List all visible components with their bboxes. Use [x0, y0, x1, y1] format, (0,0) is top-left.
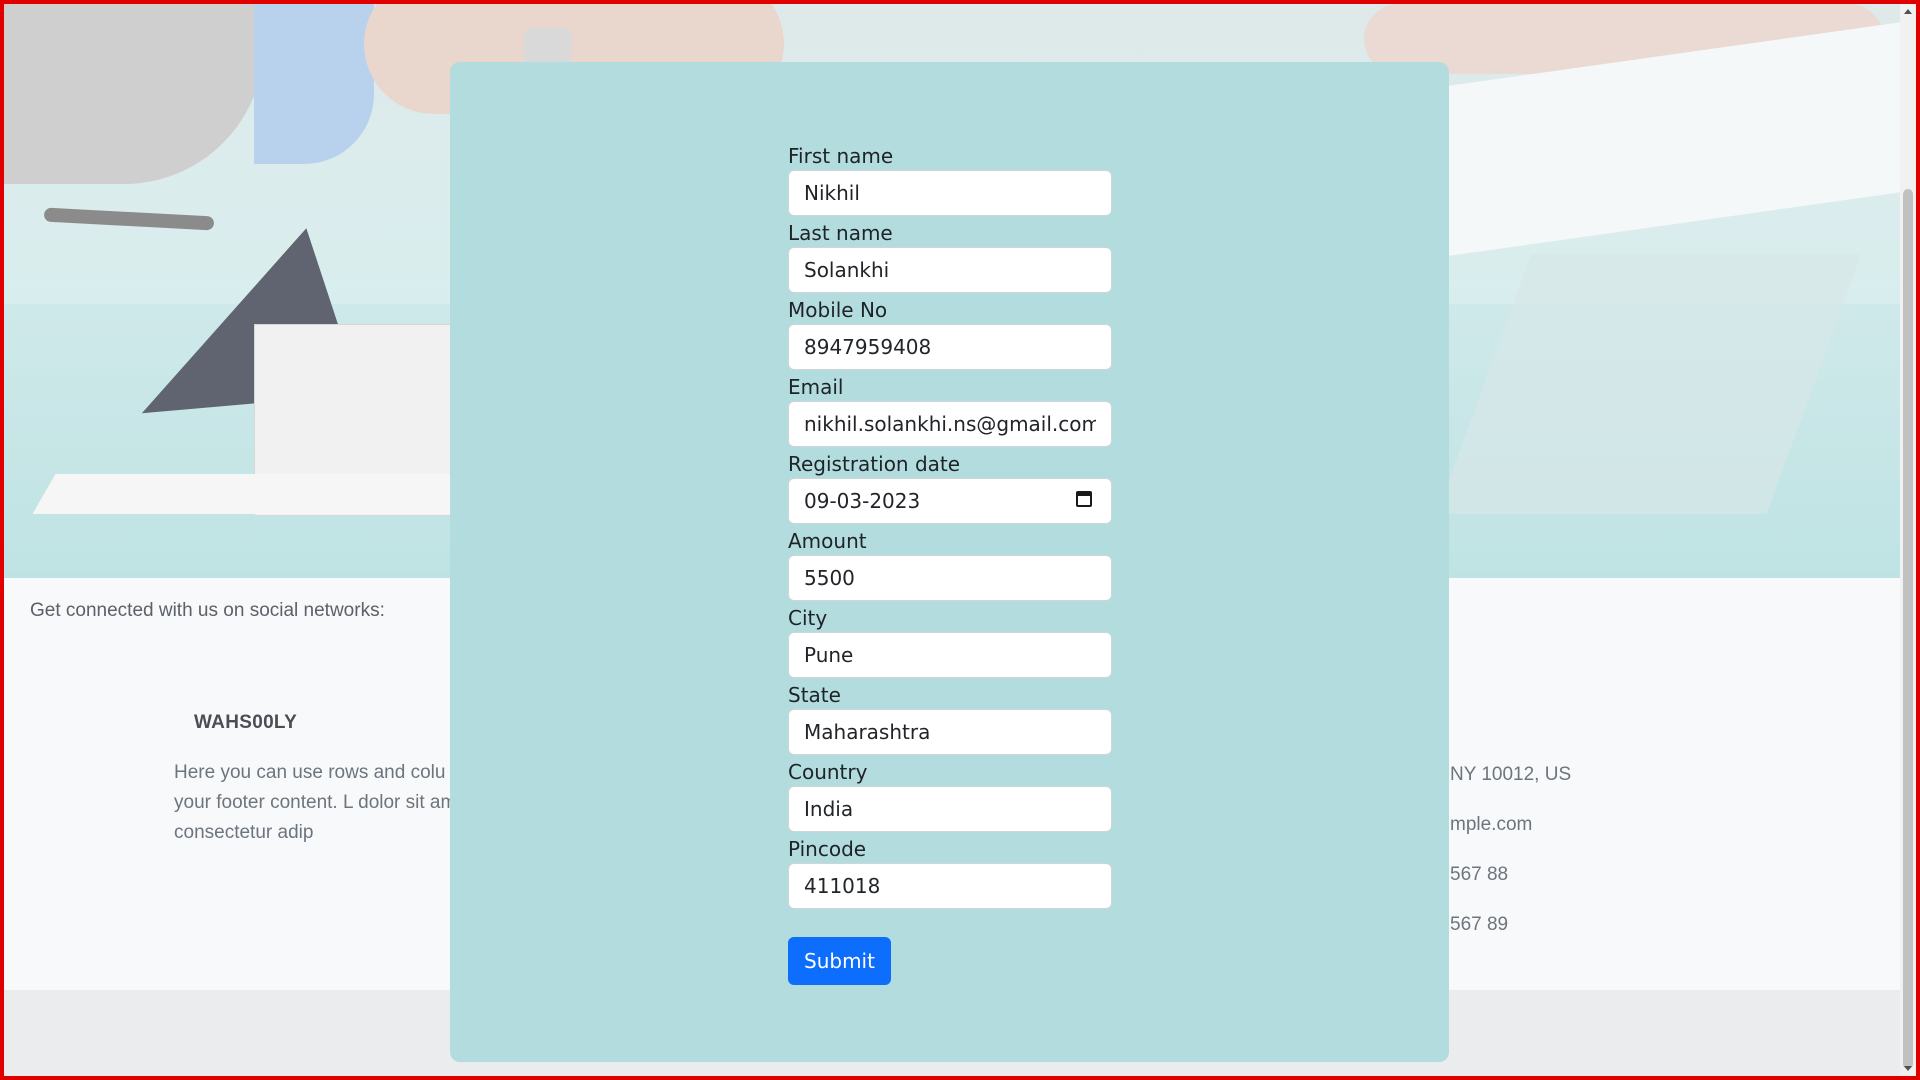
footer-contact-email: mple.com	[1450, 814, 1533, 835]
social-text: Get connected with us on social networks…	[30, 600, 385, 621]
footer-contact-fax: 567 89	[1450, 914, 1509, 935]
hero-sleeve	[4, 4, 264, 184]
city-input[interactable]	[788, 632, 1112, 678]
hero-shirt-cuff	[254, 4, 374, 164]
amount-input[interactable]	[788, 555, 1112, 601]
footer-contact-address: NY 10012, US	[1450, 764, 1572, 785]
hero-pen	[43, 207, 215, 231]
mobile-label: Mobile No	[788, 298, 888, 322]
scrollbar-thumb[interactable]	[1903, 189, 1913, 1069]
last-name-label: Last name	[788, 221, 893, 245]
registration-date-field	[788, 478, 1112, 524]
calendar-icon[interactable]	[1076, 491, 1092, 507]
mobile-input[interactable]	[788, 324, 1112, 370]
pincode-label: Pincode	[788, 837, 867, 861]
footer-brand: WAHS00LY	[194, 712, 298, 733]
state-input[interactable]	[788, 709, 1112, 755]
registration-date-label: Registration date	[788, 452, 961, 476]
registration-modal: First name Last name Mobile No Email Reg…	[450, 62, 1449, 1062]
first-name-input[interactable]	[788, 170, 1112, 216]
country-input[interactable]	[788, 786, 1112, 832]
page-scrollbar[interactable]	[1900, 4, 1916, 1076]
first-name-label: First name	[788, 144, 894, 168]
scroll-down-arrow-icon[interactable]	[1904, 1066, 1912, 1071]
last-name-input[interactable]	[788, 247, 1112, 293]
email-input[interactable]	[788, 401, 1112, 447]
submit-button[interactable]: Submit	[788, 937, 891, 985]
scroll-up-arrow-icon[interactable]	[1904, 9, 1912, 14]
amount-label: Amount	[788, 529, 867, 553]
hero-house-base	[32, 474, 476, 514]
registration-date-input[interactable]	[788, 478, 1112, 524]
country-label: Country	[788, 760, 868, 784]
email-label: Email	[788, 375, 844, 399]
footer-contact-phone: 567 88	[1450, 864, 1509, 885]
pincode-input[interactable]	[788, 863, 1112, 909]
state-label: State	[788, 683, 841, 707]
city-label: City	[788, 606, 828, 630]
registration-form: First name Last name Mobile No Email Reg…	[788, 142, 1112, 985]
